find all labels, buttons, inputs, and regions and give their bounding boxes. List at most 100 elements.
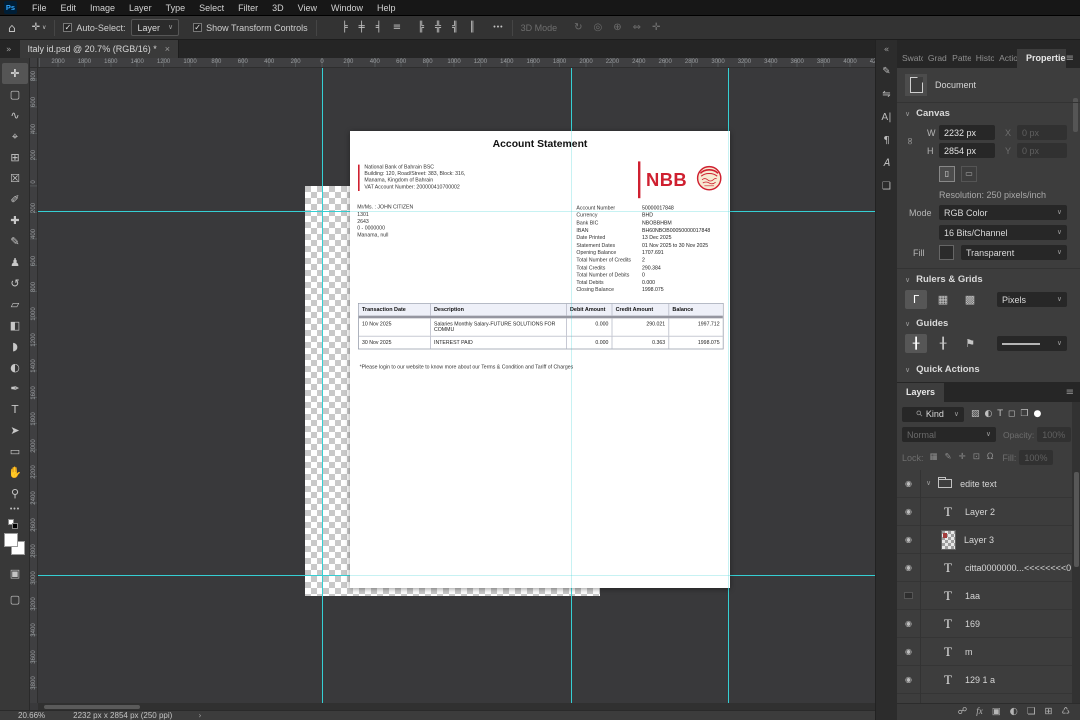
section-rulers-grids[interactable]: ∨ Rulers & Grids	[905, 274, 983, 285]
lock-guides-icon[interactable]: ╂	[932, 334, 954, 353]
visibility-toggle[interactable]: ◉	[897, 609, 921, 638]
delete-layer-icon[interactable]: ♺	[1061, 707, 1070, 717]
menu-file[interactable]: File	[25, 0, 54, 16]
align-edges-icon[interactable]: ≡	[393, 22, 401, 33]
link-dimensions-icon[interactable]: ∞	[904, 137, 915, 145]
tab-properties[interactable]: Properties	[1017, 49, 1066, 68]
character-panel-icon[interactable]: A|	[881, 113, 891, 123]
more-options-icon[interactable]: •••	[493, 24, 503, 31]
toggle-rulers-icon[interactable]: Γ	[905, 290, 927, 309]
tool-clone-stamp[interactable]: ♟	[2, 252, 28, 273]
tool-rectangular-marquee[interactable]: ▢	[2, 84, 28, 105]
document-tab[interactable]: Italy id.psd @ 20.7% (RGB/16) * ×	[19, 40, 179, 58]
section-guides[interactable]: ∨ Guides	[905, 318, 948, 329]
filter-smart-objects-icon[interactable]: ❒	[1020, 409, 1028, 419]
tool-move[interactable]: ✛	[2, 63, 28, 84]
tool-pen[interactable]: ✒	[2, 378, 28, 399]
properties-scrollbar-thumb[interactable]	[1073, 98, 1078, 132]
fill-dropdown[interactable]: Transparent ∨	[961, 245, 1067, 260]
tool-brush[interactable]: ✎	[2, 231, 28, 252]
panel-menu-icon[interactable]: ≡	[1066, 388, 1074, 402]
layers-scrollbar[interactable]	[1072, 402, 1080, 703]
scrollbar-thumb[interactable]	[1073, 472, 1079, 567]
align-right-icon[interactable]: ╡	[376, 22, 382, 33]
layer-row[interactable]: ◉ T 129 1 a	[897, 665, 1072, 694]
filter-toggle-icon[interactable]: ●	[1033, 409, 1041, 419]
tool-gradient[interactable]: ◧	[2, 315, 28, 336]
tool-rectangle[interactable]: ▭	[2, 441, 28, 462]
clear-guides-icon[interactable]: ⚑	[959, 334, 981, 353]
tool-hand[interactable]: ✋	[2, 462, 28, 483]
tab-patterns[interactable]: Patte	[947, 49, 971, 68]
ruler-vertical[interactable]: 800 600 400 200 0 200 400 600 800 1000 1200 1400 160…	[30, 68, 38, 703]
height-field[interactable]: 2854 px	[939, 143, 995, 158]
layer-row[interactable]: ◉ Layer 3	[897, 525, 1072, 554]
auto-select-checkbox[interactable]: ✓	[63, 23, 73, 32]
tool-dodge[interactable]: ◐	[2, 357, 28, 378]
brushes-panel-icon[interactable]: ✎	[882, 67, 890, 77]
group-caret-icon[interactable]: ∨	[926, 480, 931, 487]
quick-mask-icon[interactable]: ▣	[2, 563, 28, 583]
width-field[interactable]: 2232 px	[939, 125, 995, 140]
zoom-level-field[interactable]: 20.66%	[18, 711, 45, 720]
distribute-gaps-icon[interactable]: ║	[469, 22, 475, 33]
ruler-units-dropdown[interactable]: Pixels ∨	[997, 292, 1067, 307]
menu-layer[interactable]: Layer	[122, 0, 159, 16]
align-left-icon[interactable]: ╞	[342, 22, 348, 33]
tool-lasso[interactable]: ∿	[2, 105, 28, 126]
distribute-center-icon[interactable]: ╬	[435, 22, 441, 33]
panel-menu-icon[interactable]: ≡	[1066, 54, 1074, 68]
portrait-orientation-icon[interactable]: ▯	[939, 166, 955, 182]
menu-view[interactable]: View	[291, 0, 324, 16]
new-layer-icon[interactable]: ⊞	[1045, 707, 1053, 717]
status-chevron-icon[interactable]: ›	[198, 711, 201, 720]
scale-3d-icon[interactable]: ✛	[652, 22, 660, 33]
close-tab-icon[interactable]: ×	[165, 44, 170, 54]
blend-mode-dropdown[interactable]: Normal ∨	[902, 427, 996, 442]
tool-history-brush[interactable]: ↺	[2, 273, 28, 294]
distribute-left-icon[interactable]: ╠	[418, 22, 424, 33]
tool-blur[interactable]: ◗	[2, 336, 28, 357]
filter-kind-dropdown[interactable]: ⚲ Kind ∨	[902, 406, 964, 422]
tool-presets-panel-icon[interactable]: ⇋	[882, 90, 890, 100]
lock-pixels-icon[interactable]: ✎	[945, 453, 952, 462]
collapse-chevron-icon[interactable]: »	[6, 46, 12, 55]
orbit-3d-icon[interactable]: ↻	[574, 22, 582, 33]
default-colors-icon[interactable]	[8, 519, 20, 529]
tool-path-selection[interactable]: ➤	[2, 420, 28, 441]
layer-row[interactable]: ◉T01.01.1990	[897, 693, 1072, 703]
guide-style-dropdown[interactable]: ∨	[997, 336, 1067, 351]
x-field[interactable]: 0 px	[1017, 125, 1067, 140]
tool-type[interactable]: T	[2, 399, 28, 420]
lock-all-icon[interactable]: Ω	[987, 453, 994, 462]
link-layers-icon[interactable]: ☍	[958, 707, 968, 717]
show-transform-checkbox[interactable]: ✓	[193, 23, 203, 32]
roll-3d-icon[interactable]: ◎	[594, 22, 603, 33]
filter-shape-layers-icon[interactable]: ◻	[1008, 409, 1015, 419]
layer-row[interactable]: ◉ T 169	[897, 609, 1072, 638]
visibility-toggle[interactable]: ◉	[897, 497, 921, 526]
visibility-toggle[interactable]: ◉	[897, 470, 921, 498]
screen-mode-icon[interactable]: ▢	[2, 589, 28, 609]
landscape-orientation-icon[interactable]: ▭	[961, 166, 977, 182]
menu-select[interactable]: Select	[192, 0, 231, 16]
visibility-toggle[interactable]	[897, 581, 921, 610]
toggle-grid-icon[interactable]: ▦	[932, 290, 954, 309]
layer-effects-icon[interactable]: fx	[976, 707, 983, 717]
ruler-horizontal[interactable]: 2000 1800 1600 1400 1200 1000 800 600 400 200 0 200…	[38, 58, 875, 68]
filter-pixel-layers-icon[interactable]: ▨	[971, 409, 980, 419]
new-group-icon[interactable]: ❏	[1027, 707, 1036, 717]
section-canvas[interactable]: ∨ Canvas	[905, 108, 950, 119]
section-quick-actions[interactable]: ∨ Quick Actions	[905, 364, 980, 375]
tool-object-selection[interactable]: ⌖	[2, 126, 28, 147]
menu-filter[interactable]: Filter	[231, 0, 265, 16]
tab-history[interactable]: Histo	[971, 49, 994, 68]
tool-eraser[interactable]: ▱	[2, 294, 28, 315]
pan-3d-icon[interactable]: ⊕	[613, 22, 621, 33]
move-tool-icon[interactable]: ✛	[32, 22, 40, 33]
menu-image[interactable]: Image	[83, 0, 122, 16]
tab-actions[interactable]: Actio	[994, 49, 1017, 68]
bit-depth-dropdown[interactable]: 16 Bits/Channel ∨	[939, 225, 1067, 240]
menu-window[interactable]: Window	[324, 0, 370, 16]
libraries-panel-icon[interactable]: ❑	[882, 182, 891, 192]
